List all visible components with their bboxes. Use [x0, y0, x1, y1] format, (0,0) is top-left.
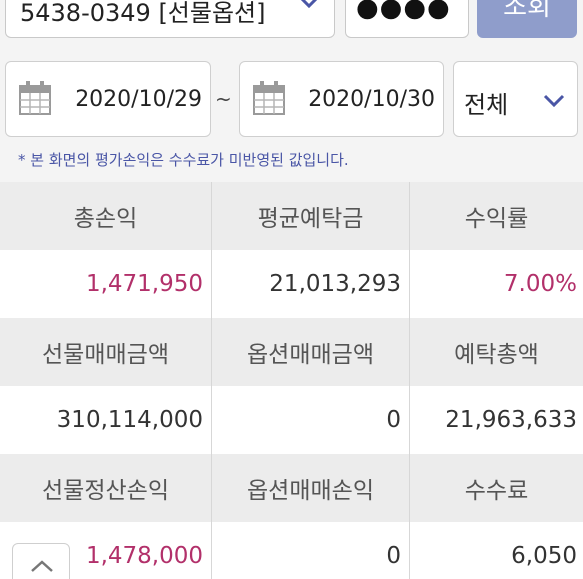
value-total-deposit: 21,963,633 [409, 386, 583, 454]
notice-bar: * 본 화면의 평가손익은 수수료가 미반영된 값입니다. [0, 146, 583, 182]
summary-header-row: 선물매매금액 옵션매매금액 예탁총액 [0, 318, 583, 386]
type-select[interactable]: 전체 [453, 61, 578, 137]
header-options-trade-pnl: 옵션매매손익 [211, 454, 409, 522]
chevron-down-icon [543, 94, 565, 108]
header-total-pnl: 총손익 [73, 206, 138, 232]
value-return-rate: 7.00% [409, 250, 583, 318]
summary-header-row: 총손익 평균예탁금 수익률 [0, 182, 583, 250]
password-field[interactable]: ●●●● [345, 0, 469, 38]
date-range-bar: 2020/10/29 ~ 2020/10/30 전체 [0, 50, 583, 146]
header-futures-trade-amount: 선물매매금액 [42, 342, 169, 368]
account-select[interactable]: 5438-0349 [선물옵션] [5, 0, 335, 38]
account-bar: 5438-0349 [선물옵션] ●●●● 조회 [0, 0, 583, 50]
summary-value-row: 310,114,000 0 21,963,633 [0, 386, 583, 454]
value-avg-deposit: 21,013,293 [211, 250, 409, 318]
type-select-value: 전체 [464, 91, 509, 119]
summary-value-row: 1,478,000 0 6,050 [0, 522, 583, 579]
header-options-trade-amount: 옵션매매금액 [211, 318, 409, 386]
password-mask: ●●●● [356, 0, 451, 23]
summary-header-row: 선물정산손익 옵션매매손익 수수료 [0, 454, 583, 522]
summary-value-row: 1,471,950 21,013,293 7.00% [0, 250, 583, 318]
header-futures-settlement-pnl: 선물정산손익 [42, 478, 169, 504]
summary-grid: 총손익 평균예탁금 수익률 1,471,950 21,013,293 7.00%… [0, 182, 583, 579]
start-date-value: 2020/10/29 [75, 87, 202, 112]
account-number: 5438-0349 [선물옵션] [20, 0, 266, 27]
calendar-icon [253, 81, 285, 115]
value-options-trade-amount: 0 [211, 386, 409, 454]
start-date-field[interactable]: 2020/10/29 [5, 61, 211, 137]
chevron-up-icon [31, 560, 53, 572]
value-futures-trade-amount: 310,114,000 [56, 407, 203, 433]
inquiry-button[interactable]: 조회 [477, 0, 577, 38]
calendar-icon [19, 81, 51, 115]
value-commission: 6,050 [409, 522, 583, 579]
header-commission: 수수료 [409, 454, 583, 522]
end-date-value: 2020/10/30 [308, 87, 435, 112]
header-total-deposit: 예탁총액 [409, 318, 583, 386]
end-date-field[interactable]: 2020/10/30 [239, 61, 444, 137]
notice-text: * 본 화면의 평가손익은 수수료가 미반영된 값입니다. [18, 151, 349, 169]
chevron-down-icon [300, 0, 318, 9]
trading-performance-screen: 5438-0349 [선물옵션] ●●●● 조회 2020/10/29 ~ 20… [0, 0, 583, 579]
value-total-pnl: 1,471,950 [85, 271, 203, 297]
header-return-rate: 수익률 [409, 182, 583, 250]
header-avg-deposit: 평균예탁금 [211, 182, 409, 250]
value-options-trade-pnl: 0 [211, 522, 409, 579]
scroll-top-button[interactable] [12, 543, 70, 579]
date-separator: ~ [215, 87, 232, 111]
